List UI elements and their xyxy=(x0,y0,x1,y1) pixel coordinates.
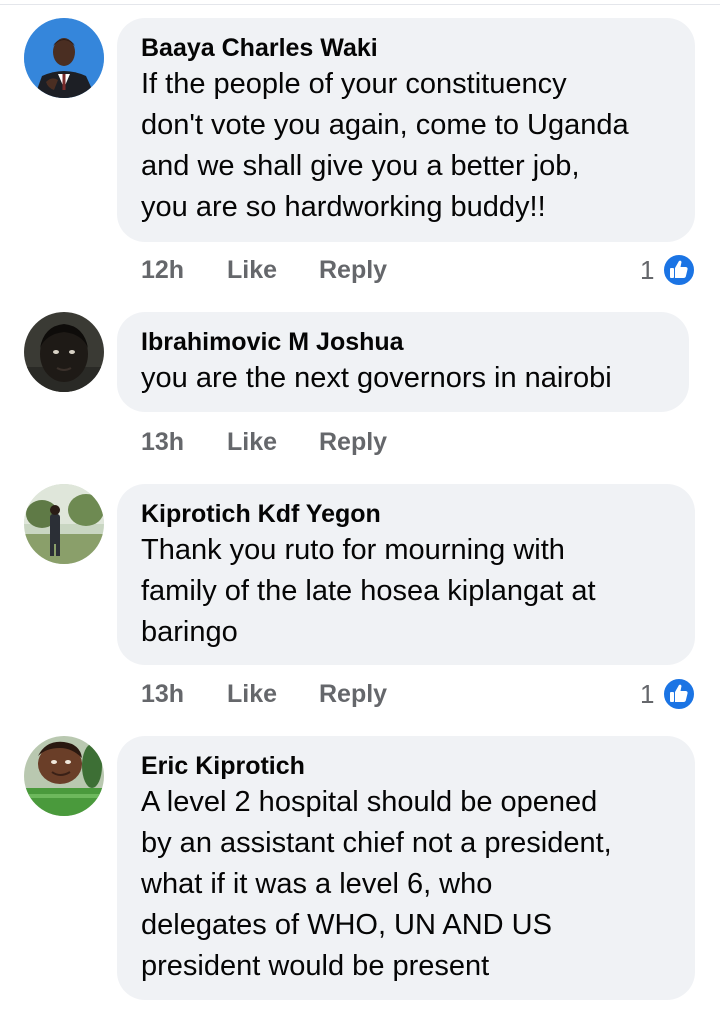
like-thumbs-up-icon xyxy=(662,253,696,287)
reply-button[interactable]: Reply xyxy=(319,677,387,711)
reply-button[interactable]: Reply xyxy=(319,425,387,459)
comment-timestamp[interactable]: 12h xyxy=(141,253,184,287)
comment-author[interactable]: Ibrahimovic M Joshua xyxy=(141,326,663,358)
avatar[interactable] xyxy=(24,736,104,816)
comment-text: A level 2 hospital should be opened by a… xyxy=(141,786,612,982)
comments-page: Baaya Charles Waki If the people of your… xyxy=(0,0,720,1016)
comment-text: If the people of your constituency don't… xyxy=(141,68,629,223)
like-thumbs-up-icon xyxy=(662,677,696,711)
comment-text: you are the next governors in nairobi xyxy=(141,362,612,394)
avatar-photo xyxy=(24,18,104,98)
like-button[interactable]: Like xyxy=(227,253,277,287)
comment-author[interactable]: Baaya Charles Waki xyxy=(141,32,669,64)
comment-bubble: Ibrahimovic M Joshua you are the next go… xyxy=(117,312,689,412)
avatar-photo xyxy=(24,484,104,564)
avatar[interactable] xyxy=(24,484,104,564)
avatar[interactable] xyxy=(24,18,104,98)
avatar-photo xyxy=(24,736,104,816)
comment-text: Thank you ruto for mourning with family … xyxy=(141,534,596,648)
reaction-count: 1 xyxy=(640,679,655,709)
reaction-summary[interactable]: 1 xyxy=(636,677,700,711)
comment-timestamp[interactable]: 13h xyxy=(141,425,184,459)
reaction-count: 1 xyxy=(640,255,655,285)
comment-bubble: Eric Kiprotich A level 2 hospital should… xyxy=(117,736,695,1000)
avatar[interactable] xyxy=(24,312,104,392)
like-button[interactable]: Like xyxy=(227,677,277,711)
comment-bubble: Baaya Charles Waki If the people of your… xyxy=(117,18,695,242)
reaction-summary[interactable]: 1 xyxy=(636,253,700,287)
reply-button[interactable]: Reply xyxy=(319,253,387,287)
like-button[interactable]: Like xyxy=(227,425,277,459)
comment-author[interactable]: Eric Kiprotich xyxy=(141,750,669,782)
top-divider xyxy=(0,4,720,5)
comment-timestamp[interactable]: 13h xyxy=(141,677,184,711)
comment-author[interactable]: Kiprotich Kdf Yegon xyxy=(141,498,669,530)
comment-bubble: Kiprotich Kdf Yegon Thank you ruto for m… xyxy=(117,484,695,665)
avatar-photo xyxy=(24,312,104,392)
